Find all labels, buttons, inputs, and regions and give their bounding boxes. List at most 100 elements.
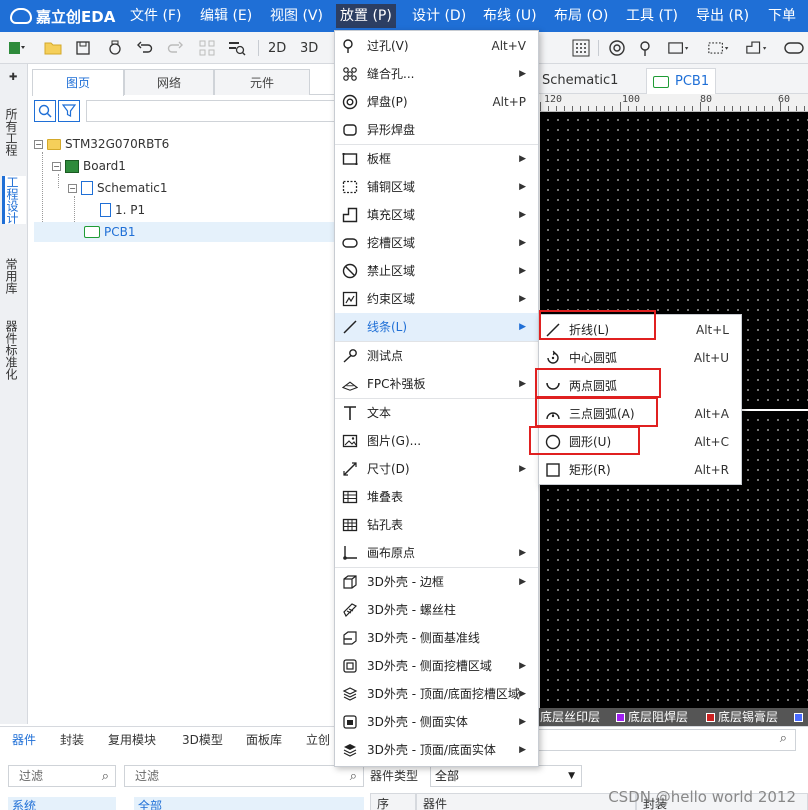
menu-export[interactable]: 导出 (R) [692, 6, 753, 26]
redo-icon[interactable] [164, 38, 186, 58]
place-menu-item-constraint-area[interactable]: 约束区域 ▶ [335, 285, 538, 313]
grid-snap-icon[interactable] [196, 38, 218, 58]
tab-footprints[interactable]: 封装 [60, 727, 84, 753]
place-menu-item-text[interactable]: 文本 [335, 399, 538, 427]
vtab-project-design[interactable]: 工程设计 [2, 176, 26, 224]
library-search-input[interactable]: ⌕ [536, 729, 796, 751]
search-icon[interactable] [34, 100, 56, 122]
vtab-all-projects[interactable]: 所有工程 [4, 108, 24, 156]
tab-lcsc[interactable]: 立创 [306, 727, 330, 753]
open-folder-icon[interactable] [42, 38, 64, 58]
tree-item-pcb[interactable]: PCB1 [34, 222, 334, 242]
collapse-toggle-icon[interactable]: − [34, 139, 43, 149]
tab-panel-library[interactable]: 面板库 [246, 727, 282, 753]
place-menu-item-side-solid[interactable]: 3D外壳 - 侧面实体 ▶ [335, 708, 538, 736]
place-menu-item-top-solid[interactable]: 3D外壳 - 顶面/底面实体 ▶ [335, 736, 538, 764]
tab-nets[interactable]: 网络 [124, 69, 214, 95]
copper-area-tool-icon[interactable] [708, 38, 730, 58]
tab-pages[interactable]: 图页 [32, 69, 124, 96]
place-menu-item-shell-frame[interactable]: 3D外壳 - 边框 ▶ [335, 568, 538, 596]
menu-view[interactable]: 视图 (V) [266, 6, 327, 26]
save-icon[interactable] [72, 38, 94, 58]
view-3d-button[interactable]: 3D [300, 38, 318, 58]
menu-file[interactable]: 文件 (F) [126, 6, 185, 26]
menu-layout[interactable]: 布局 (O) [550, 6, 612, 26]
list-item[interactable]: 系统 [8, 797, 116, 810]
tree-item-schematic[interactable]: − Schematic1 [68, 178, 330, 198]
collapse-toggle-icon[interactable]: − [68, 183, 77, 193]
place-menu-item-keepout[interactable]: 禁止区域 ▶ [335, 257, 538, 285]
tree-item-page[interactable]: 1. P1 [100, 200, 330, 220]
view-2d-button[interactable]: 2D [268, 38, 286, 58]
via-tool-icon[interactable] [636, 38, 658, 58]
place-menu-item-side-datum[interactable]: 3D外壳 - 侧面基准线 [335, 624, 538, 652]
fill-area-tool-icon[interactable] [746, 38, 768, 58]
place-menu-item-dimension[interactable]: 尺寸(D) ▶ [335, 455, 538, 483]
tab-devices[interactable]: 器件 [12, 727, 36, 753]
place-menu-item-stackup-table[interactable]: 堆叠表 [335, 483, 538, 511]
vtab-part-standardization[interactable]: 器件标准化 [4, 320, 24, 380]
tab-3d-models[interactable]: 3D模型 [182, 727, 223, 753]
menu-route[interactable]: 布线 (U) [479, 6, 541, 26]
menu-edit[interactable]: 编辑 (E) [196, 6, 256, 26]
filter-icon[interactable] [58, 100, 80, 122]
tree-item-board[interactable]: − Board1 [52, 156, 330, 176]
layer-bottom-silk[interactable]: 底层丝印层 [540, 709, 600, 725]
menu-place[interactable]: 放置 (P) [336, 4, 396, 28]
place-menu-item-image[interactable]: 图片(G)... [335, 427, 538, 455]
line-submenu-item-rectangle[interactable]: 矩形(R) Alt+R [539, 456, 741, 484]
menu-item-label: 3D外壳 - 顶面/底面挖槽区域 [367, 687, 520, 701]
layer-bottom-solder-mask[interactable]: 底层阻焊层 [616, 709, 688, 725]
list-item[interactable]: 全部 [134, 797, 364, 810]
place-menu-item-pad[interactable]: 焊盘(P) Alt+P [335, 88, 538, 116]
place-menu-item-fill-area[interactable]: 填充区域 ▶ [335, 201, 538, 229]
pad-tool-icon[interactable] [606, 38, 628, 58]
place-menu-item-slot-area[interactable]: 挖槽区域 ▶ [335, 229, 538, 257]
place-menu-item-side-slot[interactable]: 3D外壳 - 侧面挖槽区域 ▶ [335, 652, 538, 680]
search-icon[interactable]: ⌕ [780, 731, 787, 746]
slot-area-tool-icon[interactable] [784, 38, 806, 58]
tab-reuse-blocks[interactable]: 复用模块 [108, 727, 156, 753]
column-header-device[interactable]: 器件 [416, 793, 636, 810]
search-icon[interactable]: ⌕ [102, 767, 109, 787]
find-icon[interactable] [226, 38, 248, 58]
vtab-common-library[interactable]: 常用库 [4, 258, 24, 294]
ruler-label: 100 [622, 94, 641, 105]
place-menu-item-stitch-holes[interactable]: 缝合孔... ▶ [335, 60, 538, 88]
place-menu-item-drill-table[interactable]: 钻孔表 [335, 511, 538, 539]
tab-components[interactable]: 元件 [214, 69, 310, 95]
menu-design[interactable]: 设计 (D) [408, 6, 470, 26]
layer-bottom-paste[interactable]: 底层锡膏层 [706, 709, 778, 725]
place-menu-item-test-point[interactable]: 测试点 [335, 342, 538, 370]
place-menu-item-screw-post[interactable]: 3D外壳 - 螺丝柱 [335, 596, 538, 624]
doc-tab-pcb[interactable]: PCB1 [646, 68, 717, 94]
place-menu-item-top-slot[interactable]: 3D外壳 - 顶面/底面挖槽区域 ▶ [335, 680, 538, 708]
place-menu-item-line[interactable]: 线条(L) ▶ [335, 313, 538, 341]
place-menu-item-copper-area[interactable]: 铺铜区域 ▶ [335, 173, 538, 201]
place-menu-dropdown: 过孔(V) Alt+V 缝合孔... ▶ 焊盘(P) Alt+P 异形焊盘 板框 ▶ 铺铜区域 ▶ 填… [334, 30, 539, 767]
category-filter-input[interactable]: 过滤 ⌕ [8, 765, 116, 787]
pin-icon[interactable]: ✚ [9, 72, 17, 83]
layer-more[interactable] [794, 709, 803, 725]
place-menu-item-board-frame[interactable]: 板框 ▶ [335, 145, 538, 173]
device-type-select[interactable]: 全部 ▼ [430, 765, 582, 787]
search-icon[interactable]: ⌕ [350, 767, 357, 787]
doc-tab-schematic[interactable]: Schematic1 [536, 68, 624, 94]
save-all-icon[interactable] [104, 38, 126, 58]
submenu-arrow-icon: ▶ [519, 238, 526, 248]
place-menu-item-canvas-origin[interactable]: 画布原点 ▶ [335, 539, 538, 567]
place-menu-item-irregular-pad[interactable]: 异形焊盘 [335, 116, 538, 144]
menu-tools[interactable]: 工具 (T) [622, 6, 682, 26]
tree-search-input[interactable] [86, 100, 336, 122]
undo-icon[interactable] [134, 38, 156, 58]
column-header-index[interactable]: 序 [370, 793, 416, 810]
tree-item-project[interactable]: − STM32G070RBT6 [34, 134, 330, 154]
place-menu-item-via[interactable]: 过孔(V) Alt+V [335, 32, 538, 60]
subcategory-filter-input[interactable]: 过滤 ⌕ [124, 765, 364, 787]
menu-order[interactable]: 下单 [764, 6, 800, 26]
board-frame-tool-icon[interactable] [668, 38, 690, 58]
collapse-toggle-icon[interactable]: − [52, 161, 61, 171]
grid-toggle-icon[interactable] [570, 38, 592, 58]
new-project-icon[interactable] [6, 38, 28, 58]
place-menu-item-fpc-stiffener[interactable]: FPC补强板 ▶ [335, 370, 538, 398]
